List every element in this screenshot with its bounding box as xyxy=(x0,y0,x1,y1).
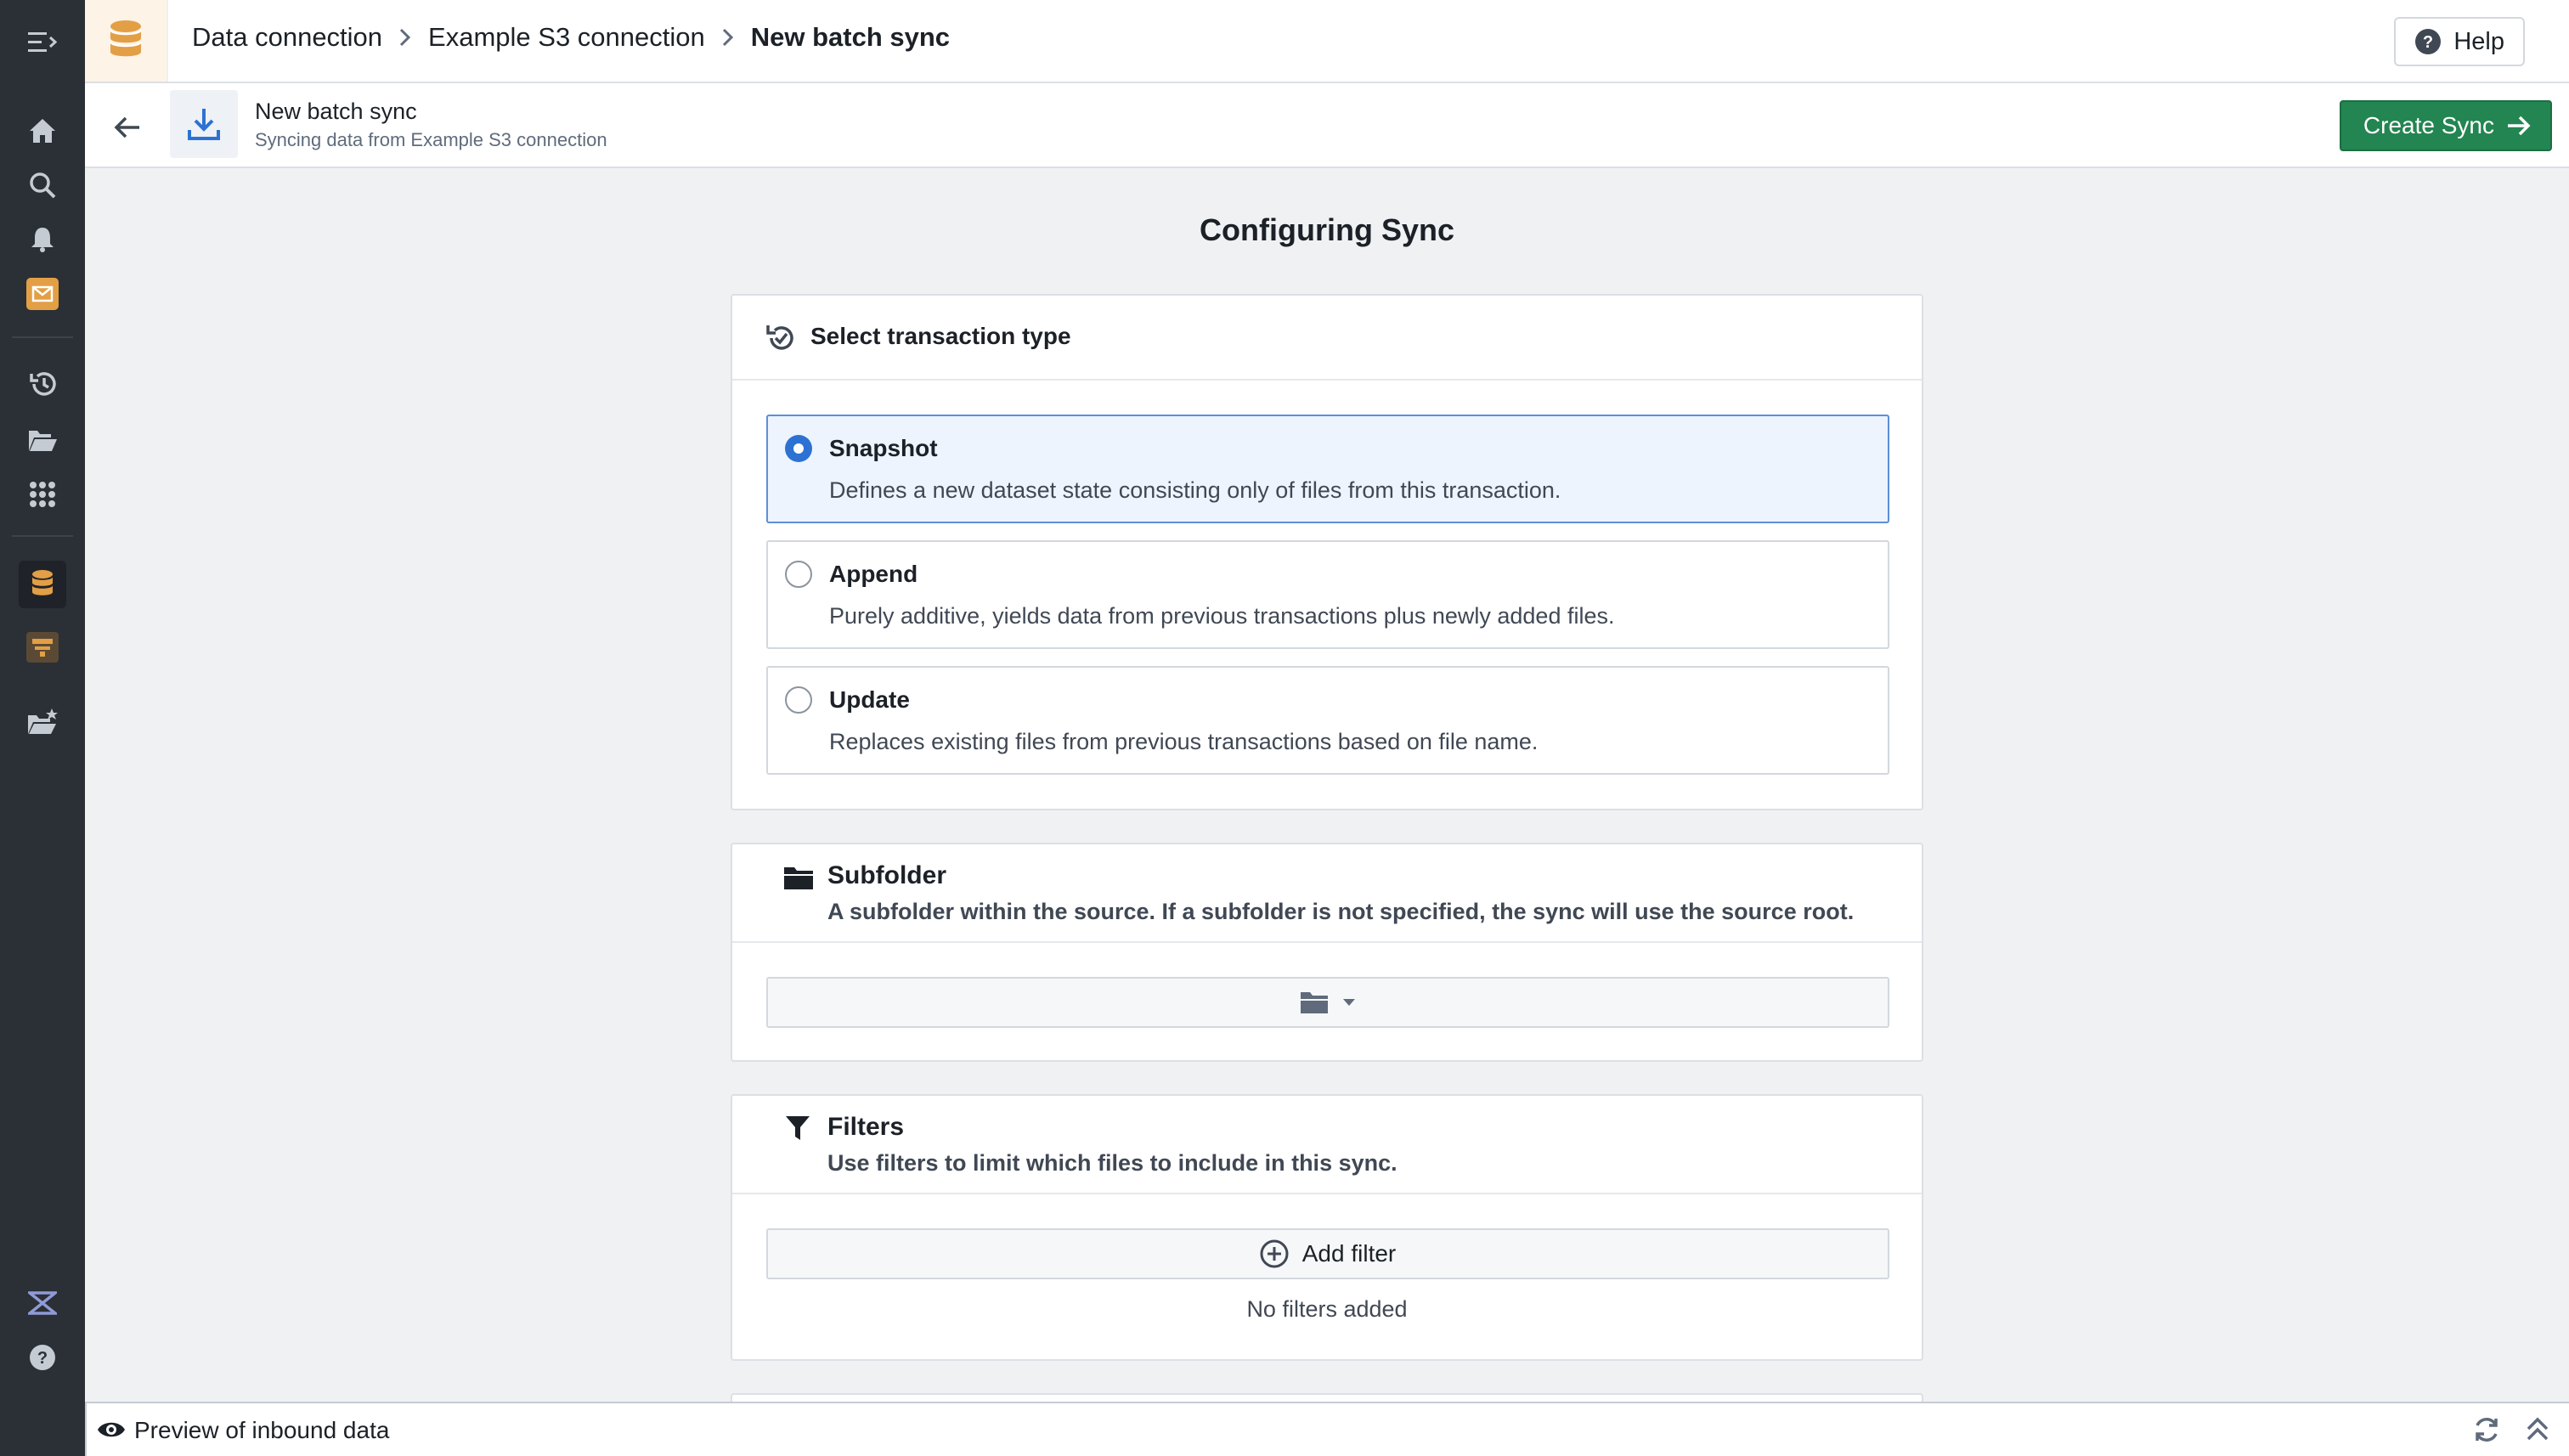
preview-label: Preview of inbound data xyxy=(134,1417,390,1443)
svg-text:?: ? xyxy=(37,1349,48,1368)
page-header: New batch sync Syncing data from Example… xyxy=(85,83,2569,168)
svg-text:?: ? xyxy=(2423,33,2433,52)
page-title: New batch sync xyxy=(255,99,417,124)
plus-circle-icon xyxy=(1260,1239,1289,1268)
double-chevron-up-icon[interactable] xyxy=(2525,1415,2550,1444)
next-card xyxy=(731,1393,1923,1402)
filters-header: Filters Use filters to limit which files… xyxy=(732,1096,1922,1194)
option-label: Snapshot xyxy=(829,435,938,461)
data-connection-app-icon[interactable] xyxy=(85,0,168,82)
add-filter-button[interactable]: Add filter xyxy=(766,1228,1889,1279)
radio-append[interactable] xyxy=(785,561,812,588)
preview-bar[interactable]: Preview of inbound data xyxy=(85,1402,2569,1456)
folder-icon xyxy=(784,867,813,889)
breadcrumb: Data connection Example S3 connection Ne… xyxy=(192,22,950,53)
transaction-type-header: Select transaction type xyxy=(732,296,1922,381)
option-update[interactable]: Update Replaces existing files from prev… xyxy=(766,666,1889,775)
chevron-right-icon xyxy=(399,28,411,47)
home-icon[interactable] xyxy=(19,107,66,155)
folder-icon xyxy=(1301,992,1328,1013)
chevron-right-icon xyxy=(722,28,734,47)
left-nav-rail: ? xyxy=(0,0,85,1456)
breadcrumb-data-connection[interactable]: Data connection xyxy=(192,22,382,53)
help-circle-icon[interactable]: ? xyxy=(19,1334,66,1381)
section-heading: Configuring Sync xyxy=(1200,212,1454,247)
page-subtitle: Syncing data from Example S3 connection xyxy=(255,129,607,150)
search-icon[interactable] xyxy=(19,161,66,209)
breadcrumb-s3-connection[interactable]: Example S3 connection xyxy=(428,22,705,53)
option-label: Update xyxy=(829,686,910,713)
apps-grid-icon[interactable] xyxy=(19,471,66,518)
folder-star-icon[interactable] xyxy=(19,698,66,746)
filters-description: Use filters to limit which files to incl… xyxy=(827,1150,1397,1176)
mail-icon[interactable] xyxy=(19,270,66,318)
rail-divider xyxy=(12,535,73,537)
filters-title: Filters xyxy=(827,1113,905,1141)
no-filters-text: No filters added xyxy=(1246,1296,1408,1322)
help-label: Help xyxy=(2453,27,2504,55)
database-icon[interactable] xyxy=(19,561,66,608)
rail-divider xyxy=(12,336,73,338)
help-button[interactable]: ? Help xyxy=(2394,17,2525,66)
create-sync-button[interactable]: Create Sync xyxy=(2339,100,2552,151)
refresh-icon[interactable] xyxy=(2472,1415,2501,1444)
folder-open-icon[interactable] xyxy=(19,416,66,464)
caret-down-icon xyxy=(1343,999,1355,1006)
help-icon: ? xyxy=(2415,29,2442,54)
create-sync-label: Create Sync xyxy=(2363,112,2494,138)
product-logo-icon[interactable] xyxy=(19,1279,66,1327)
radio-update[interactable] xyxy=(785,686,812,714)
top-bar: Data connection Example S3 connection Ne… xyxy=(85,0,2569,83)
option-label: Append xyxy=(829,561,918,587)
filters-card: Filters Use filters to limit which files… xyxy=(731,1094,1923,1361)
option-snapshot[interactable]: Snapshot Defines a new dataset state con… xyxy=(766,415,1889,523)
breadcrumb-current: New batch sync xyxy=(750,22,951,52)
menu-icon[interactable] xyxy=(19,19,66,66)
download-icon xyxy=(170,90,238,158)
transaction-type-card: Select transaction type Snapshot Defines… xyxy=(731,294,1923,810)
option-append[interactable]: Append Purely additive, yields data from… xyxy=(766,540,1889,649)
option-description: Replaces existing files from previous tr… xyxy=(829,729,1539,754)
history-check-icon xyxy=(766,325,793,350)
option-description: Purely additive, yields data from previo… xyxy=(829,603,1615,629)
history-icon[interactable] xyxy=(19,360,66,408)
back-arrow-icon[interactable] xyxy=(107,107,148,148)
subfolder-description: A subfolder within the source. If a subf… xyxy=(827,899,1855,924)
arrow-right-icon xyxy=(2508,116,2531,136)
subfolder-picker-button[interactable] xyxy=(766,977,1889,1028)
subfolder-title: Subfolder xyxy=(827,861,946,889)
transaction-type-title: Select transaction type xyxy=(810,323,1071,349)
add-filter-label: Add filter xyxy=(1301,1240,1397,1267)
radio-snapshot[interactable] xyxy=(785,435,812,462)
main-content: Configuring Sync Select transaction type… xyxy=(85,168,2569,1402)
subfolder-card: Subfolder A subfolder within the source.… xyxy=(731,843,1923,1062)
subfolder-header: Subfolder A subfolder within the source.… xyxy=(732,844,1922,943)
option-description: Defines a new dataset state consisting o… xyxy=(829,477,1561,503)
filter-icon xyxy=(786,1116,810,1140)
bell-icon[interactable] xyxy=(19,216,66,263)
pipeline-icon[interactable] xyxy=(19,624,66,671)
eye-icon xyxy=(98,1422,125,1437)
